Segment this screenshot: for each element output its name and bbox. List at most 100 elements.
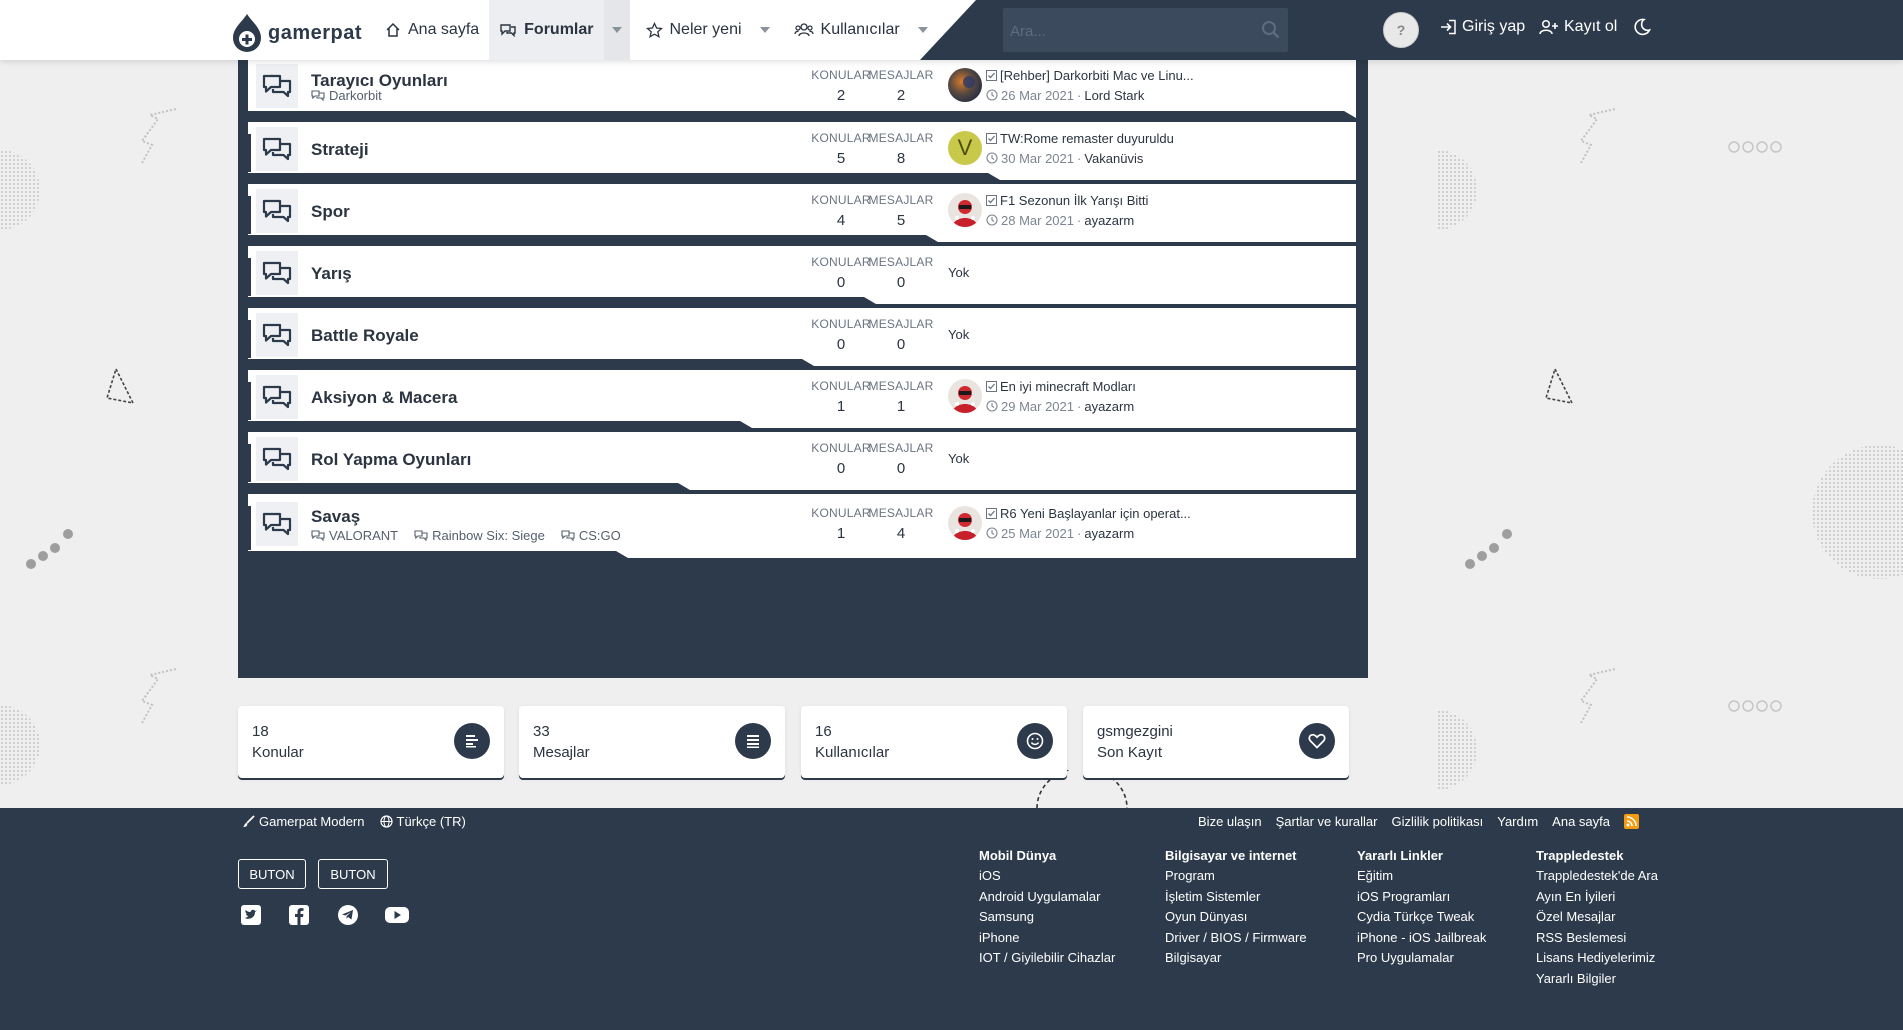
footer-column-heading: Bilgisayar ve internet (1165, 848, 1297, 863)
comments-icon (261, 322, 293, 348)
footer-column-link[interactable]: Android Uygulamalar (979, 889, 1115, 905)
avatar[interactable] (948, 68, 982, 102)
footer-button-2[interactable]: BUTON (318, 859, 388, 889)
forum-node[interactable]: Savaş VALORANT Rainbow Six: Siege CS:GO KONU… (248, 494, 1356, 558)
subforum-link[interactable]: VALORANT (311, 528, 398, 543)
avatar[interactable] (948, 379, 982, 413)
theme-toggle[interactable] (1633, 18, 1651, 36)
avatar[interactable]: V (948, 131, 982, 165)
last-post-user[interactable]: ayazarm (1084, 399, 1134, 414)
forum-node[interactable]: Rol Yapma Oyunları KONULAR 0 MESAJLAR 0 Yok (248, 432, 1356, 490)
forum-node[interactable]: Tarayıcı Oyunları Darkorbit KONULAR 2 MESAJL… (248, 58, 1356, 118)
last-post-date[interactable]: 25 Mar 2021 (1001, 526, 1074, 541)
rss-button[interactable] (1624, 814, 1639, 829)
footer-column-link[interactable]: Cydia Türkçe Tweak (1357, 910, 1486, 925)
last-post-title[interactable]: F1 Sezonun İlk Yarışı Bitti (986, 193, 1148, 208)
footer-column-link[interactable]: iOS Programları (1357, 889, 1486, 905)
footer-column-link[interactable]: Özel Mesajlar (1536, 910, 1658, 925)
last-post-user[interactable]: ayazarm (1084, 213, 1134, 228)
last-post-title[interactable]: TW:Rome remaster duyuruldu (986, 131, 1174, 146)
forum-title[interactable]: Aksiyon & Macera (311, 388, 457, 408)
footer-column: Mobil Dünya iOS Android Uygulamalar Samsung… (979, 848, 1115, 972)
nav-whats-new[interactable]: Neler yeni (636, 0, 752, 60)
forum-node[interactable]: Battle Royale KONULAR 0 MESAJLAR 0 Yok (248, 308, 1356, 366)
subforum-link[interactable]: Rainbow Six: Siege (414, 528, 545, 543)
footer-column-link[interactable]: IOT / Giyilebilir Cihazlar (979, 951, 1115, 966)
footer-column-link[interactable]: Driver / BIOS / Firmware (1165, 930, 1307, 946)
messages-stat: MESAJLAR 0 (866, 441, 936, 477)
footer-column-link[interactable]: Bilgisayar (1165, 951, 1307, 966)
footer-column-link[interactable]: Pro Uygulamalar (1357, 951, 1486, 966)
footer-link-privacy[interactable]: Gizlilik politikası (1391, 814, 1483, 829)
last-post-title[interactable]: [Rehber] Darkorbiti Mac ve Linu... (986, 68, 1194, 83)
stat-card-icon (454, 723, 490, 759)
last-post-user[interactable]: Lord Stark (1084, 88, 1144, 103)
footer-link-contact[interactable]: Bize ulaşın (1198, 814, 1262, 829)
language-chooser[interactable]: Türkçe (TR) (379, 814, 466, 829)
footer-column-link[interactable]: Samsung (979, 910, 1115, 925)
last-post-date[interactable]: 28 Mar 2021 (1001, 213, 1074, 228)
last-post-date[interactable]: 30 Mar 2021 (1001, 151, 1074, 166)
stat-card-value[interactable]: gsmgezgini (1097, 723, 1173, 740)
footer-column-link[interactable]: Program (1165, 868, 1307, 884)
footer-button-1[interactable]: BUTON (238, 859, 306, 889)
last-post-user[interactable]: ayazarm (1084, 526, 1134, 541)
forum-title[interactable]: Strateji (311, 140, 369, 160)
forum-node[interactable]: Yarış KONULAR 0 MESAJLAR 0 Yok (248, 246, 1356, 304)
forum-node[interactable]: Spor KONULAR 4 MESAJLAR 5 F1 Sezonun İlk Yarı… (248, 184, 1356, 242)
nav-forums[interactable]: Forumlar (489, 0, 604, 60)
register-link[interactable]: Kayıt ol (1539, 18, 1617, 36)
forum-title[interactable]: Spor (311, 202, 350, 222)
last-post-date[interactable]: 26 Mar 2021 (1001, 88, 1074, 103)
footer-column-link[interactable]: iPhone (979, 930, 1115, 946)
footer-column-link[interactable]: Ayın En İyileri (1536, 889, 1658, 905)
last-post-user[interactable]: Vakanüvis (1084, 151, 1143, 166)
footer-column-link[interactable]: Lisans Hediyelerimiz (1536, 951, 1658, 966)
footer-column-link[interactable]: Trappledestek'de Ara (1536, 868, 1658, 884)
nav-home[interactable]: Ana sayfa (375, 0, 489, 60)
avatar-image (948, 193, 982, 227)
subforum-link[interactable]: CS:GO (561, 528, 621, 543)
search-input[interactable] (1003, 8, 1252, 54)
footer-column-link[interactable]: iOS (979, 868, 1115, 884)
footer-column-link[interactable]: iPhone - iOS Jailbreak (1357, 930, 1486, 946)
footer-column-link[interactable]: RSS Beslemesi (1536, 930, 1658, 946)
logo[interactable]: gamerpat (232, 13, 362, 53)
footer-link-help[interactable]: Yardım (1497, 814, 1538, 829)
telegram-icon[interactable] (337, 904, 359, 926)
subforum-link[interactable]: Darkorbit (311, 88, 382, 103)
footer-column-link[interactable]: Yararlı Bilgiler (1536, 971, 1658, 987)
twitter-icon[interactable] (240, 904, 262, 926)
bg-triangle-right (1544, 366, 1574, 405)
nav-whats-new-dropdown[interactable] (752, 0, 778, 60)
footer-column-link[interactable]: Oyun Dünyası (1165, 910, 1307, 925)
footer-column-link[interactable]: İşletim Sistemler (1165, 889, 1307, 905)
messages-label: MESAJLAR (868, 505, 934, 520)
last-post-title[interactable]: R6 Yeni Başlayanlar için operat... (986, 506, 1191, 521)
style-chooser[interactable]: Gamerpat Modern (242, 814, 365, 829)
nav-forums-dropdown[interactable] (603, 0, 630, 60)
footer-link-terms[interactable]: Şartlar ve kurallar (1276, 814, 1378, 829)
forum-node[interactable]: Strateji KONULAR 5 MESAJLAR 8 V TW:Rome remast… (248, 122, 1356, 180)
footer-link-home[interactable]: Ana sayfa (1552, 814, 1610, 829)
search-box (1003, 8, 1288, 54)
search-button[interactable] (1261, 20, 1280, 39)
forum-title[interactable]: Rol Yapma Oyunları (311, 450, 471, 470)
help-button[interactable]: ? (1383, 12, 1419, 48)
youtube-icon[interactable] (384, 904, 410, 926)
nav-members[interactable]: Kullanıcılar (784, 0, 910, 60)
login-link[interactable]: Giriş yap (1440, 18, 1525, 36)
footer-column-link[interactable]: Eğitim (1357, 868, 1486, 884)
last-post-title[interactable]: En iyi minecraft Modları (986, 379, 1136, 394)
forum-title[interactable]: Savaş (311, 507, 360, 527)
last-post-date[interactable]: 29 Mar 2021 (1001, 399, 1074, 414)
forum-icon (256, 64, 298, 108)
avatar[interactable] (948, 506, 982, 540)
nav-members-dropdown[interactable] (910, 0, 936, 60)
facebook-icon[interactable] (288, 904, 310, 926)
forum-title[interactable]: Battle Royale (311, 326, 419, 346)
forum-node[interactable]: Aksiyon & Macera KONULAR 1 MESAJLAR 1 En iyi … (248, 370, 1356, 428)
avatar[interactable] (948, 193, 982, 227)
messages-stat: MESAJLAR 2 (866, 68, 936, 104)
forum-title[interactable]: Yarış (311, 264, 352, 284)
